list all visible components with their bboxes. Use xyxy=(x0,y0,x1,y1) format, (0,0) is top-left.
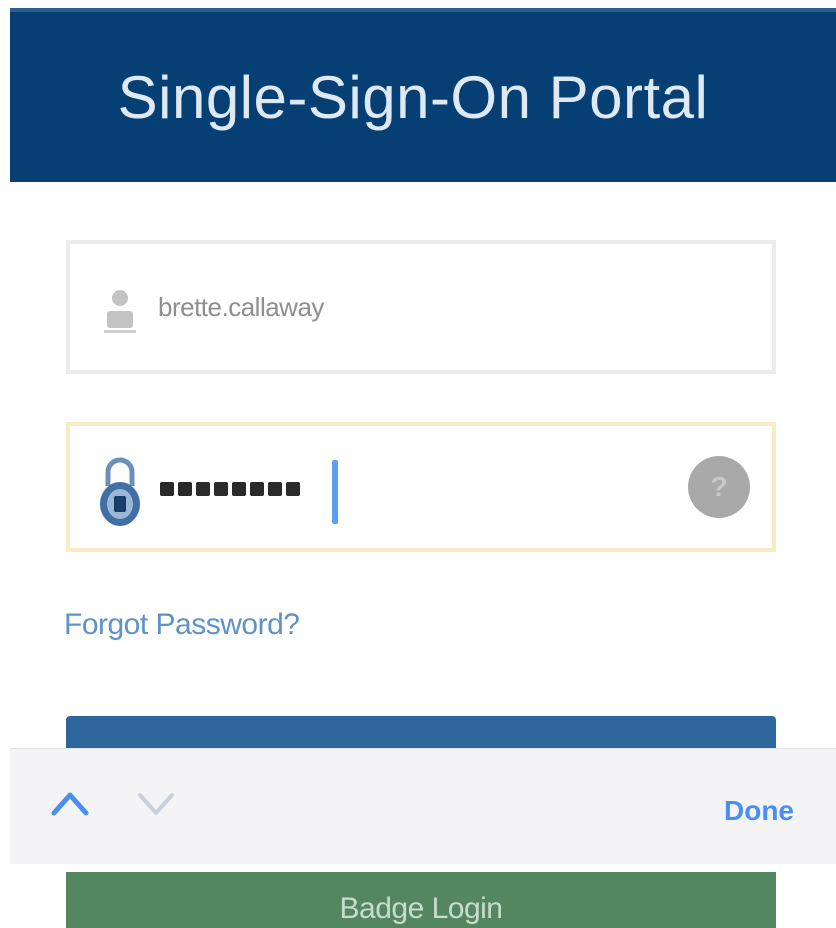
chevron-up-icon[interactable] xyxy=(50,787,90,819)
password-dot xyxy=(232,482,246,496)
forgot-password-link[interactable]: Forgot Password? xyxy=(64,608,300,642)
username-field[interactable]: brette.callaway xyxy=(66,240,776,374)
password-field[interactable]: ? xyxy=(66,422,776,552)
password-dot xyxy=(250,482,264,496)
page-title: Single-Sign-On Portal xyxy=(117,63,709,131)
password-dot xyxy=(160,482,174,496)
portal-header: Single-Sign-On Portal xyxy=(10,8,836,182)
keyboard-accessory-toolbar: Done xyxy=(10,748,836,864)
help-icon[interactable]: ? xyxy=(688,456,750,518)
text-cursor xyxy=(332,460,338,524)
login-page: Single-Sign-On Portal brette.callaway ? … xyxy=(0,0,836,928)
password-dot xyxy=(196,482,210,496)
chevron-down-icon[interactable] xyxy=(136,787,176,819)
password-dot xyxy=(286,482,300,496)
badge-login-label: Badge Login xyxy=(339,892,504,925)
lock-icon xyxy=(100,457,140,526)
password-dot xyxy=(178,482,192,496)
password-dot xyxy=(214,482,228,496)
user-icon xyxy=(104,290,136,333)
username-value: brette.callaway xyxy=(158,292,324,322)
done-button[interactable]: Done xyxy=(724,795,794,827)
password-dot xyxy=(268,482,282,496)
badge-login-button[interactable]: Badge Login xyxy=(66,872,776,928)
password-masked-value xyxy=(160,476,300,502)
